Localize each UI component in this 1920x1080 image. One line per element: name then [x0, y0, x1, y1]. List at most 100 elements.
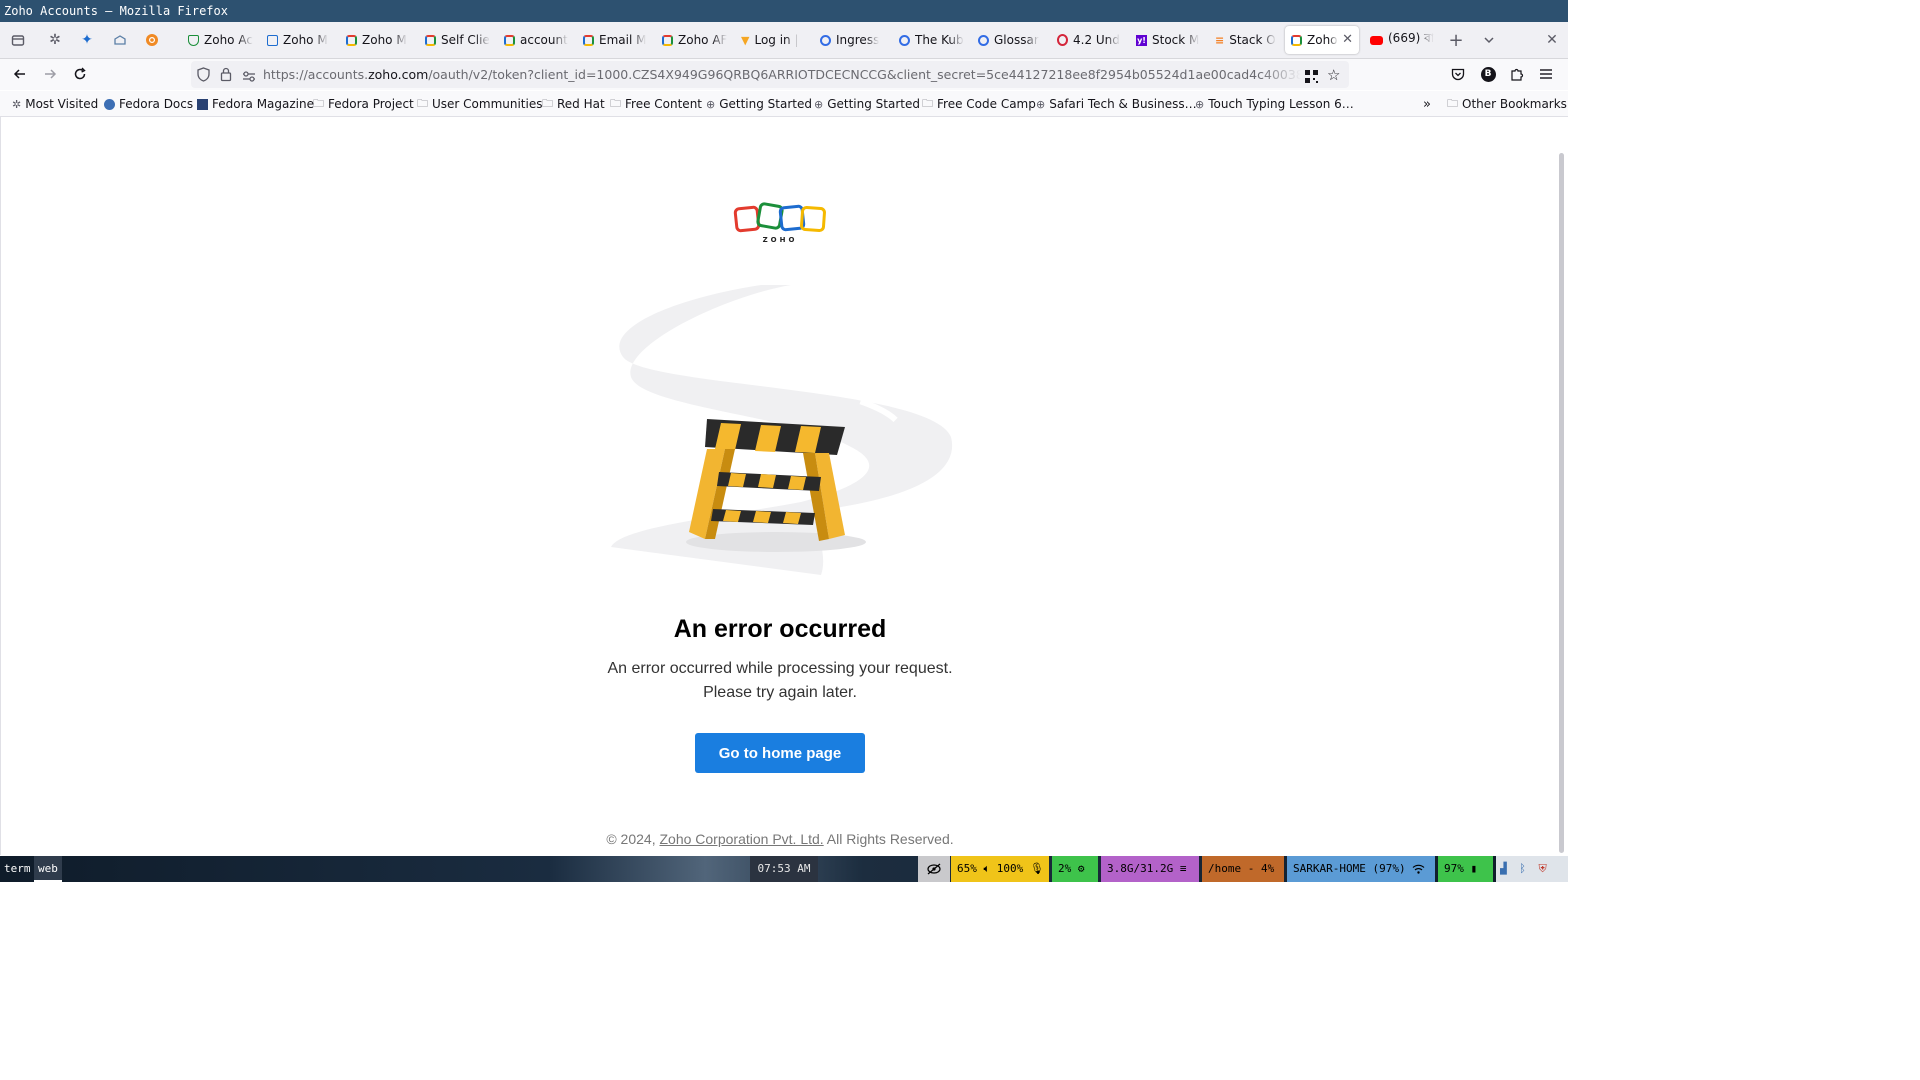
wifi-status[interactable]: SARKAR-HOME (97%) [1287, 856, 1435, 882]
tab-zoho-mail-1[interactable]: Zoho M [261, 26, 337, 54]
url-path: /oauth/v2/token?client_id=1000.CZS4X949G… [428, 67, 1301, 82]
bookmark-free-code-camp[interactable]: 🗀 Free Code Camp [922, 95, 1036, 113]
battery-charging-icon: ▮ [1470, 862, 1478, 875]
disk-status[interactable]: /home - 4% [1202, 856, 1284, 882]
window-title: Zoho Accounts — Mozilla Firefox [4, 4, 228, 18]
footer-suffix: All Rights Reserved. [823, 831, 954, 847]
folder-icon: 🗀 [922, 96, 933, 110]
shield-icon [188, 34, 199, 46]
tab-4-2-understanding[interactable]: 4.2 Und [1051, 26, 1127, 54]
pinned-tab-sparkle-icon[interactable]: ✦ [75, 28, 99, 52]
bookmark-touch-typing[interactable]: ⊕ Touch Typing Lesson 6… [1195, 95, 1354, 113]
extensions-puzzle-icon[interactable] [1505, 62, 1529, 86]
folder-icon: 🗀 [610, 96, 621, 110]
tab-accounts[interactable]: account [498, 26, 574, 54]
clock[interactable]: 07:53 AM [750, 856, 818, 882]
tab-overview-icon[interactable] [6, 28, 30, 52]
new-tab-icon[interactable]: + [1444, 28, 1468, 52]
tab-self-client[interactable]: Self Clie [419, 26, 495, 54]
shield-tray-icon[interactable]: ⛨ [1538, 862, 1546, 875]
bookmark-other-bookmarks[interactable]: 🗀 Other Bookmarks [1447, 95, 1567, 113]
close-window-icon[interactable]: ✕ [1540, 28, 1564, 52]
memory-value: 3.8G/31.2G [1107, 862, 1174, 875]
tab-the-kubernetes[interactable]: The Kub [893, 26, 969, 54]
network-icon[interactable]: ▟ [1500, 862, 1507, 875]
error-message-line-2: Please try again later. [703, 684, 857, 701]
forward-arrow-icon[interactable] [38, 62, 62, 86]
bookmark-free-content[interactable]: 🗀 Free Content [610, 95, 702, 113]
globe-icon: ⊕ [814, 97, 824, 111]
bookmark-safari-tech[interactable]: ⊕ Safari Tech & Business… [1036, 95, 1197, 113]
url-domain: zoho.com [368, 67, 429, 82]
bookmark-fedora-project[interactable]: 🗀 Fedora Project [313, 95, 414, 113]
hidden-eye-icon[interactable] [918, 856, 950, 882]
scrollbar[interactable] [1559, 153, 1564, 853]
wifi-value: SARKAR-HOME (97%) [1293, 862, 1406, 875]
bluetooth-icon[interactable]: ᛒ [1519, 862, 1526, 875]
bookmark-fedora-magazine[interactable]: Fedora Magazine [197, 95, 314, 113]
road-barrier-illustration [611, 285, 953, 575]
tab-zoho-mail-2[interactable]: Zoho M [340, 26, 416, 54]
zoho-icon [346, 34, 357, 46]
list-tabs-chevron-down-icon[interactable] [1477, 28, 1501, 52]
url-bar[interactable]: https://accounts.zoho.com/oauth/v2/token… [191, 61, 1349, 88]
go-to-home-page-button[interactable]: Go to home page [695, 733, 865, 773]
window-titlebar: Zoho Accounts — Mozilla Firefox [0, 0, 1568, 22]
pinned-tab-mail-icon[interactable] [108, 28, 132, 52]
zoho-icon [662, 34, 673, 46]
bookmarks-overflow-chevron-icon[interactable]: » [1423, 95, 1431, 113]
workspace-web[interactable]: web [34, 856, 62, 882]
tab-zoho-active[interactable]: Zoho ✕ [1285, 26, 1359, 54]
reload-icon[interactable] [68, 62, 92, 86]
back-arrow-icon[interactable] [8, 62, 32, 86]
tab-glossary[interactable]: Glossar [972, 26, 1048, 54]
permissions-icon[interactable] [242, 68, 256, 87]
qr-code-icon[interactable] [1305, 68, 1318, 87]
bookmark-getting-started-2[interactable]: ⊕ Getting Started [814, 95, 920, 113]
youtube-icon [1370, 35, 1383, 45]
bookmark-fedora-docs[interactable]: Fedora Docs [104, 95, 193, 113]
gear-icon: ✲ [12, 97, 22, 111]
tab-stack-overflow[interactable]: ≡ Stack O [1209, 26, 1285, 54]
pocket-icon[interactable] [1446, 62, 1470, 86]
tab-youtube[interactable]: (669) বা [1364, 26, 1440, 54]
footer-zoho-link[interactable]: Zoho Corporation Pvt. Ltd. [659, 831, 823, 847]
close-tab-icon[interactable]: ✕ [1342, 32, 1353, 47]
bookmarks-toolbar: ✲ Most Visited Fedora Docs Fedora Magazin… [0, 91, 1568, 117]
hamburger-menu-icon[interactable] [1534, 62, 1558, 86]
lock-icon[interactable] [220, 67, 232, 86]
home-icon [267, 34, 278, 46]
tab-zoho-accounts-1[interactable]: Zoho Ac [182, 26, 258, 54]
bookmark-getting-started-1[interactable]: ⊕ Getting Started [706, 95, 812, 113]
bookmark-red-hat[interactable]: 🗀 Red Hat [542, 95, 605, 113]
tracking-shield-icon[interactable] [197, 67, 210, 86]
url-prefix: https://accounts. [263, 67, 369, 82]
logo-text: ZOHO [763, 236, 798, 244]
bookmark-star-icon[interactable]: ☆ [1327, 66, 1340, 84]
bookmark-most-visited[interactable]: ✲ Most Visited [12, 95, 98, 113]
zoho-logo: ZOHO [733, 202, 826, 244]
audio-status[interactable]: 65% 🔈︎ 100% 🎙︎ [951, 856, 1049, 882]
tab-stock-market[interactable]: y! Stock M [1130, 26, 1206, 54]
battery-status[interactable]: 97% ▮ [1438, 856, 1493, 882]
yahoo-icon: y! [1136, 34, 1147, 46]
memory-status[interactable]: 3.8G/31.2G ≡ [1101, 856, 1199, 882]
tab-zoho-api[interactable]: Zoho AF [656, 26, 732, 54]
bookmark-user-communities[interactable]: 🗀 User Communities [417, 95, 542, 113]
profile-b-icon[interactable]: B [1476, 62, 1500, 86]
tab-ingress[interactable]: Ingress [814, 26, 890, 54]
tab-email[interactable]: Email M [577, 26, 653, 54]
url-text[interactable]: https://accounts.zoho.com/oauth/v2/token… [263, 61, 1301, 88]
wifi-icon [1412, 862, 1425, 875]
zoho-icon [583, 34, 594, 46]
cpu-status[interactable]: 2% ⚙︎ [1052, 856, 1098, 882]
magazine-icon [197, 98, 208, 110]
pinned-tab-ubuntu-icon[interactable] [140, 28, 164, 52]
tab-strip: ✲ ✦ Zoho Ac Zoho M Zoho M Self Clie acco… [0, 22, 1568, 59]
tab-log-in[interactable]: ▼ Log in | [735, 26, 811, 54]
pinned-tab-settings-icon[interactable]: ✲ [43, 28, 67, 52]
disk-value: /home - 4% [1208, 862, 1275, 875]
kubernetes-icon [820, 34, 831, 46]
opera-icon [1057, 34, 1068, 46]
workspace-term[interactable]: term [0, 856, 35, 882]
